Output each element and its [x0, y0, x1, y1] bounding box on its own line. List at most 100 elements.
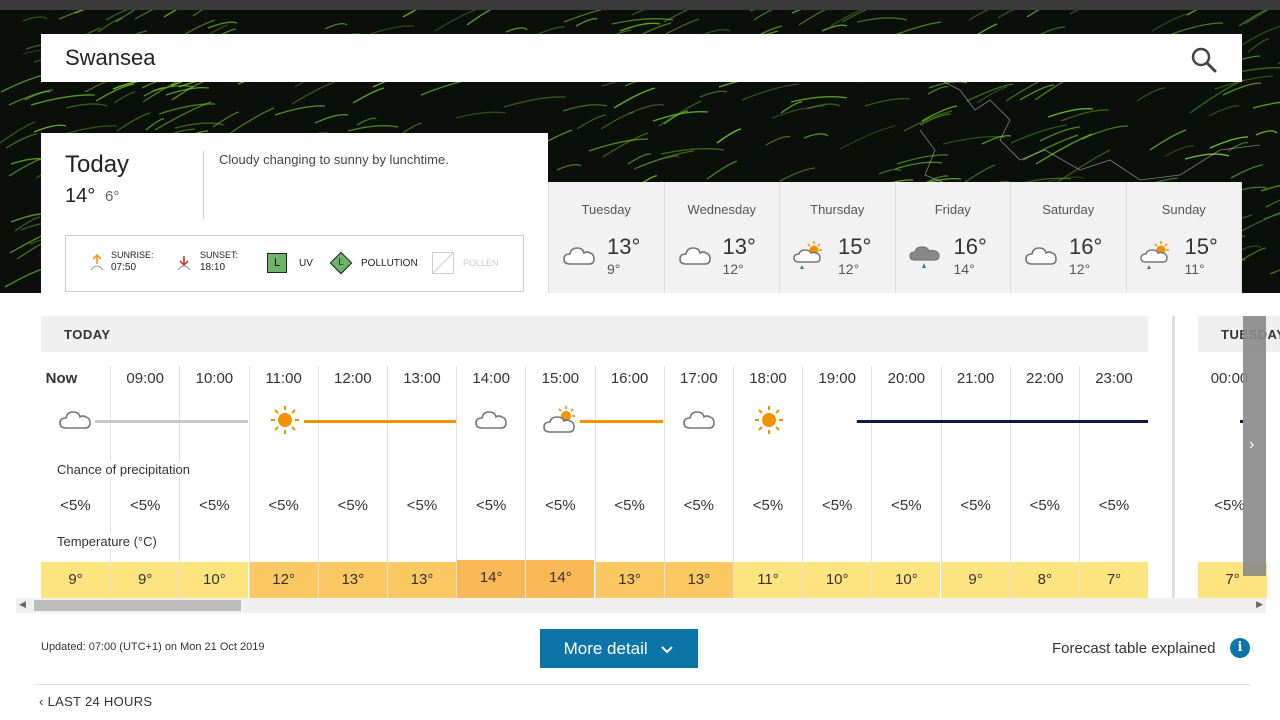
hour-temperature: 12° — [249, 562, 318, 598]
forecast-table-explained-link[interactable]: Forecast table explained — [1052, 640, 1215, 657]
hour-time: 17:00 — [680, 370, 718, 387]
pollen-label: POLLEN — [463, 258, 499, 268]
day-high-temp: 13° — [722, 234, 756, 259]
sun-icon — [750, 404, 788, 436]
hour-temperature: 11° — [734, 562, 802, 598]
day-forecast-saturday[interactable]: Saturday 16° 12° — [1011, 182, 1127, 293]
day-forecast-friday[interactable]: Friday 16° 14° — [896, 182, 1011, 293]
hour-precipitation: <5% — [199, 497, 230, 514]
day-forecast-sunday[interactable]: Sunday 15° 11° — [1127, 182, 1242, 293]
hour-precipitation: <5% — [683, 497, 715, 514]
scroll-next-button[interactable]: › — [1243, 316, 1266, 576]
pollution-label: POLLUTION — [361, 258, 418, 269]
hour-temperature: 8° — [1010, 562, 1079, 598]
scrollbar-thumb[interactable] — [34, 600, 241, 611]
today-summary-panel: Today 14° 6° Cloudy changing to sunny by… — [41, 133, 548, 293]
hour-column: 13:00 <5% 13° — [387, 366, 456, 598]
hour-column: 18:00 <5% 11° — [733, 366, 802, 598]
hour-temperature: 14° — [526, 560, 595, 598]
hour-column: 23:00 <5% 7° — [1079, 366, 1148, 598]
day-low-temp: 14° — [953, 261, 975, 277]
uv-level-badge[interactable]: L — [267, 253, 287, 273]
hour-time: 18:00 — [749, 370, 787, 387]
moon-icon — [819, 404, 858, 436]
day-forecast-thursday[interactable]: Thursday 15° 12° — [780, 182, 896, 293]
day-low-temp: 12° — [838, 261, 860, 277]
today-header-label: TODAY — [64, 327, 111, 342]
hour-column: 21:00 <5% 9° — [940, 366, 1010, 598]
day-low-temp: 12° — [1069, 261, 1091, 277]
hour-precipitation: <5% — [60, 497, 91, 514]
hour-precipitation: <5% — [268, 497, 299, 514]
search-input[interactable]: Swansea — [65, 45, 156, 71]
hour-time: 13:00 — [403, 370, 441, 387]
today-high-temp: 14° — [65, 185, 96, 207]
cloudy-period-line — [95, 420, 248, 423]
today-info-box: SUNRISE: 07:50 SUNSET: 18:10 L UV L POLL… — [65, 235, 524, 292]
hour-time: 11:00 — [265, 370, 302, 387]
next-day-hourly-header: TUESDAY — [1198, 316, 1280, 352]
hour-column: 19:00 <5% 10° — [802, 366, 872, 598]
chevron-right-icon[interactable]: › — [1249, 436, 1254, 454]
hour-temperature: 10° — [872, 562, 941, 598]
today-low-temp: 6° — [105, 188, 120, 205]
day-forecast-tuesday[interactable]: Tuesday 13° 9° — [549, 182, 665, 293]
sunset-time: 18:10 — [200, 262, 226, 273]
today-hourly-header: TODAY — [41, 316, 1148, 352]
hour-time: 16:00 — [610, 370, 649, 387]
updated-timestamp: Updated: 07:00 (UTC+1) on Mon 21 Oct 201… — [41, 641, 265, 653]
today-forecast-summary: Cloudy changing to sunny by lunchtime. — [219, 152, 449, 167]
pollution-level-text: L — [338, 257, 344, 268]
sun-cloud-icon — [542, 404, 581, 436]
hour-time: 09:00 — [126, 370, 164, 387]
hour-time: 21:00 — [956, 370, 995, 387]
day-low-temp: 12° — [722, 261, 744, 277]
cloud-icon — [1023, 240, 1059, 266]
last-24-hours-link[interactable]: ‹ LAST 24 HOURS — [39, 694, 152, 709]
location-search-bar[interactable]: Swansea — [41, 34, 1242, 82]
day-high-temp: 16° — [953, 234, 987, 259]
sunny-period-line — [575, 420, 663, 423]
more-detail-label: More detail — [563, 639, 648, 658]
hour-column: 09:00 <5% 9° — [110, 366, 180, 598]
chevron-left-icon: ‹ — [39, 694, 44, 709]
pollution-level-badge[interactable]: L — [329, 251, 353, 275]
temperature-row-label: Temperature (°C) — [57, 534, 161, 549]
horizontal-scrollbar[interactable]: ◀ ▶ — [16, 598, 1266, 613]
hour-column: 15:00 <5% 14° — [525, 366, 595, 598]
hour-temperature: 13° — [388, 562, 456, 598]
hour-temperature: 10° — [180, 562, 249, 598]
footer-divider — [34, 684, 1250, 685]
cloud-icon — [57, 404, 95, 436]
scroll-right-arrow-icon[interactable]: ▶ — [1256, 599, 1263, 610]
cloud-icon — [473, 404, 512, 436]
hour-temperature: 14° — [457, 560, 526, 598]
hour-precipitation: <5% — [545, 497, 576, 514]
hour-temperature: 13° — [664, 562, 733, 598]
sunset-label: SUNSET: — [200, 250, 239, 260]
hour-precipitation: <5% — [129, 497, 161, 514]
day-forecast-wednesday[interactable]: Wednesday 13° 12° — [665, 182, 780, 293]
hour-precipitation: <5% — [475, 497, 507, 514]
day-separator — [1172, 316, 1175, 598]
hour-precipitation: <5% — [614, 497, 645, 514]
more-detail-button[interactable]: More detail — [540, 629, 698, 668]
sun-cloud-rain-icon — [792, 240, 828, 269]
dark-cloud-rain-icon — [908, 240, 944, 268]
hour-column: Now <5% 9° — [41, 366, 110, 598]
day-high-temp: 16° — [1069, 234, 1103, 259]
hour-precipitation: <5% — [337, 497, 369, 514]
day-low-temp: 9° — [607, 261, 621, 277]
sun-icon — [265, 404, 304, 436]
cloud-icon — [680, 404, 719, 436]
hour-time: Now — [45, 370, 78, 387]
sun-cloud-rain-icon — [1139, 240, 1175, 269]
search-icon[interactable] — [1190, 46, 1218, 74]
scroll-left-arrow-icon[interactable]: ◀ — [19, 599, 26, 610]
hour-temperature: 9° — [41, 562, 110, 598]
hour-precipitation: <5% — [1029, 497, 1061, 514]
info-icon[interactable]: i — [1230, 638, 1250, 658]
night-period-line — [850, 420, 1148, 423]
sunny-period-line — [290, 420, 456, 423]
hour-precipitation: <5% — [821, 497, 853, 514]
